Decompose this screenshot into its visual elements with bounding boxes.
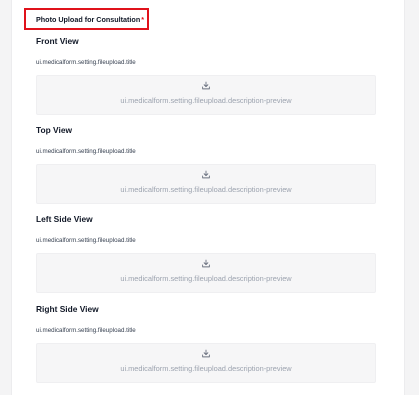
left-side-view-dropzone[interactable]: ui.medicalform.setting.fileupload.descri… bbox=[36, 253, 376, 293]
top-view-dropzone[interactable]: ui.medicalform.setting.fileupload.descri… bbox=[36, 164, 376, 204]
right-side-view-dropzone-text: ui.medicalform.setting.fileupload.descri… bbox=[120, 364, 292, 373]
section-title-highlighted: Photo Upload for Consultation * bbox=[24, 8, 149, 30]
top-view-dropzone-text: ui.medicalform.setting.fileupload.descri… bbox=[120, 185, 292, 194]
upload-icon bbox=[202, 170, 210, 179]
left-side-view-dropzone-text: ui.medicalform.setting.fileupload.descri… bbox=[120, 274, 292, 283]
right-side-view-subtitle: ui.medicalform.setting.fileupload.title bbox=[36, 327, 136, 334]
front-view-dropzone[interactable]: ui.medicalform.setting.fileupload.descri… bbox=[36, 75, 376, 115]
left-side-view-subtitle: ui.medicalform.setting.fileupload.title bbox=[36, 237, 136, 244]
front-view-subtitle: ui.medicalform.setting.fileupload.title bbox=[36, 59, 136, 66]
required-marker: * bbox=[141, 14, 145, 24]
front-view-dropzone-text: ui.medicalform.setting.fileupload.descri… bbox=[120, 96, 292, 105]
upload-icon bbox=[202, 259, 210, 268]
top-view-subtitle: ui.medicalform.setting.fileupload.title bbox=[36, 148, 136, 155]
upload-icon bbox=[202, 81, 210, 90]
upload-icon bbox=[202, 349, 210, 358]
left-side-view-title: Left Side View bbox=[36, 214, 93, 224]
section-title: Photo Upload for Consultation bbox=[36, 14, 141, 24]
upload-form-card: Photo Upload for Consultation * Front Vi… bbox=[11, 0, 405, 395]
front-view-title: Front View bbox=[36, 36, 79, 46]
right-side-view-dropzone[interactable]: ui.medicalform.setting.fileupload.descri… bbox=[36, 343, 376, 383]
top-view-title: Top View bbox=[36, 125, 72, 135]
right-side-view-title: Right Side View bbox=[36, 304, 99, 314]
